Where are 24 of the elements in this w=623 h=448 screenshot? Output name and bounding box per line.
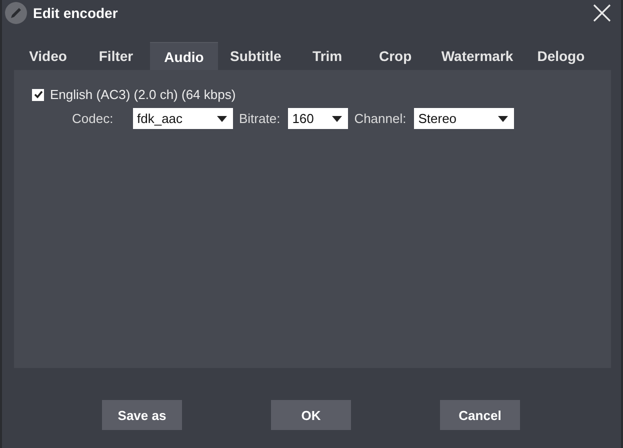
- tab[interactable]: Trim: [293, 42, 362, 70]
- tab[interactable]: Filter: [82, 42, 150, 70]
- window-title: Edit encoder: [33, 5, 119, 21]
- field-label: Codec:: [72, 111, 114, 126]
- tab[interactable]: Video: [14, 42, 82, 70]
- tab[interactable]: Crop: [361, 42, 430, 70]
- close-icon[interactable]: [593, 4, 611, 22]
- dropdown[interactable]: Stereo: [414, 108, 514, 129]
- tab[interactable]: Delogo: [525, 42, 597, 70]
- tab[interactable]: Audio: [150, 42, 218, 70]
- caret-icon: [332, 116, 342, 122]
- field-label: Bitrate:: [239, 111, 280, 126]
- tab[interactable]: Watermark: [429, 42, 526, 70]
- tab[interactable]: Subtitle: [218, 42, 294, 70]
- dialog-button[interactable]: OK: [271, 400, 351, 430]
- checkbox[interactable]: [32, 88, 44, 100]
- dropdown[interactable]: 160: [288, 108, 348, 129]
- caret-icon: [217, 116, 227, 122]
- dialog-button[interactable]: Cancel: [440, 400, 520, 430]
- field-label: Channel:: [354, 111, 406, 126]
- caret-icon: [498, 116, 508, 122]
- track-label: English (AC3) (2.0 ch) (64 kbps): [50, 87, 236, 102]
- dropdown[interactable]: fdk_aac: [133, 108, 233, 129]
- dialog-button[interactable]: Save as: [102, 400, 182, 430]
